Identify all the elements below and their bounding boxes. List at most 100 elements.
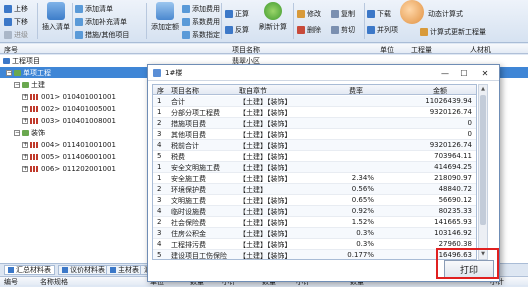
fee-cell-no: 2: [157, 185, 162, 193]
fee-row[interactable]: 5 税费 【土建】【装饰】 703964.11: [153, 151, 476, 162]
fee-row[interactable]: 3 文明施工费 【土建】【装饰】 0.65% 56690.12: [153, 195, 476, 206]
col-header[interactable]: 项目名称: [232, 45, 260, 55]
fee-cell-rate: 0.3%: [356, 229, 374, 237]
collapse-icon[interactable]: −: [14, 81, 20, 88]
fee-cell-no: 4: [157, 141, 162, 149]
col-header[interactable]: 项目名称: [171, 86, 199, 96]
collapse-icon[interactable]: −: [14, 129, 20, 136]
fee-row[interactable]: 2 社会保险费 【土建】【装饰】 1.52% 141665.93: [153, 217, 476, 228]
fee-row[interactable]: 2 环境保护费 【土建】 0.56% 48840.72: [153, 184, 476, 195]
maximize-button[interactable]: ☐: [457, 67, 471, 79]
fee-row[interactable]: 3 其他项目费 【土建】【装饰】 0: [153, 129, 476, 140]
fee-cell-source: 【土建】【装饰】: [239, 164, 292, 172]
fee-row[interactable]: 4 工程排污费 【土建】【装饰】 0.3% 27960.38: [153, 239, 476, 250]
measures-other-button[interactable]: 措施/其他项目: [75, 29, 129, 40]
tab-summary-materials[interactable]: 汇总材料表: [4, 265, 55, 275]
fee-cell-amount: 9320126.74: [429, 141, 472, 149]
ribbon-separator: [293, 3, 294, 39]
tab-main-materials[interactable]: 主材表: [106, 265, 143, 275]
fee-row[interactable]: 1 合计 【土建】【装饰】 11026439.94: [153, 96, 476, 107]
add-supplement-list-button[interactable]: 添加补充清单: [75, 16, 127, 27]
fee-row[interactable]: 1 分部分项工程费 【土建】【装饰】 9320126.74: [153, 107, 476, 118]
col-header[interactable]: 费率: [349, 86, 363, 96]
copy-button[interactable]: 复制: [331, 8, 355, 19]
minimize-button[interactable]: —: [438, 67, 452, 79]
ribbon-separator: [37, 3, 38, 39]
col-header[interactable]: 编号: [4, 277, 18, 287]
fee-row[interactable]: 3 住房公积金 【土建】【装饰】 0.3% 103146.92: [153, 228, 476, 239]
fee-cell-rate: 1.52%: [351, 218, 374, 226]
expand-icon[interactable]: +: [22, 165, 28, 172]
reverse-calc-button[interactable]: 反算: [225, 24, 249, 35]
fee-cell-amount: 56690.12: [438, 196, 472, 204]
col-header[interactable]: 名称规格: [40, 277, 68, 287]
tab-negotiated-materials[interactable]: 议价材料表: [58, 265, 109, 275]
formula-update-button[interactable]: 计算式更新工程量: [420, 26, 486, 37]
list-item-icon: [30, 153, 39, 160]
fee-cell-amount: 27960.38: [438, 240, 472, 248]
ribbon-separator: [221, 3, 222, 39]
download-button[interactable]: 下载: [367, 8, 391, 19]
fee-row[interactable]: 5 建设项目工伤保险 【土建】【装饰】 0.177% 16496.63: [153, 250, 476, 259]
add-list-button[interactable]: 添加清单: [75, 3, 113, 14]
fee-row[interactable]: 2 措施项目费 【土建】【装饰】 0: [153, 118, 476, 129]
fee-cell-name: 合计: [171, 98, 185, 106]
expand-icon[interactable]: +: [22, 141, 28, 148]
col-header[interactable]: 序号: [4, 45, 18, 55]
project-icon: [3, 57, 10, 64]
refresh-calc-button[interactable]: 刷新计算: [256, 2, 290, 32]
forward-calc-button[interactable]: 正算: [225, 8, 249, 19]
insert-list-button[interactable]: 插入清单: [39, 2, 73, 32]
move-down-button[interactable]: 下移: [4, 16, 28, 27]
fee-row[interactable]: 1 安全文明施工费 【土建】【装饰】 414694.25: [153, 162, 476, 173]
col-header[interactable]: 序: [157, 86, 164, 96]
step-in-button[interactable]: 进级: [4, 29, 28, 40]
expand-icon[interactable]: +: [22, 93, 28, 100]
col-header[interactable]: 人材机: [470, 45, 491, 55]
collapse-icon[interactable]: −: [6, 69, 12, 76]
fee-table: 序 项目名称 取自章节 费率 金额 1 合计 【土建】【装饰】 11026439.94…: [152, 84, 477, 260]
delete-icon: [297, 25, 305, 34]
fee-cell-amount: 80235.33: [438, 207, 472, 215]
add-quota-button[interactable]: 添加定额: [148, 2, 182, 32]
fee-cell-no: 2: [157, 119, 162, 127]
fee-cell-no: 1: [157, 108, 162, 116]
vertical-scrollbar[interactable]: ▲ ▼: [478, 84, 488, 260]
fee-cell-name: 分部分项工程费: [171, 109, 220, 117]
add-fee-button[interactable]: 添加费用: [182, 3, 220, 14]
fee-cell-no: 3: [157, 229, 162, 237]
fee-cell-source: 【土建】【装饰】: [239, 131, 292, 139]
fee-cell-no: 1: [157, 97, 162, 105]
delete-button[interactable]: 删除: [297, 24, 321, 35]
col-header[interactable]: 取自章节: [239, 86, 267, 96]
fee-cell-name: 税前合计: [171, 142, 199, 150]
expand-icon[interactable]: +: [22, 105, 28, 112]
expand-icon[interactable]: +: [22, 117, 28, 124]
coef-fee-button[interactable]: 系数费用: [182, 16, 220, 27]
table-icon: [110, 267, 116, 273]
close-button[interactable]: ✕: [478, 67, 492, 79]
fee-cell-amount: 414694.25: [434, 163, 472, 171]
expand-icon[interactable]: +: [22, 153, 28, 160]
fee-cell-no: 3: [157, 130, 162, 138]
fee-row[interactable]: 4 税前合计 【土建】【装饰】 9320126.74: [153, 140, 476, 151]
list-item-icon: [30, 165, 39, 172]
modify-button[interactable]: 修改: [297, 8, 321, 19]
col-header[interactable]: 单位: [380, 45, 394, 55]
scrollbar-thumb[interactable]: [480, 95, 486, 225]
fee-cell-name: 措施项目费: [171, 120, 206, 128]
scroll-up-icon[interactable]: ▲: [480, 86, 486, 92]
col-header[interactable]: 工程量: [411, 45, 432, 55]
cut-icon: [331, 25, 339, 34]
col-header[interactable]: 金额: [433, 86, 447, 96]
merge-list-button[interactable]: 并列项: [367, 24, 398, 35]
fee-cell-rate: 0.56%: [351, 185, 374, 193]
coef-assign-button[interactable]: 系数指定: [182, 29, 220, 40]
fee-row[interactable]: 1 安全施工费 【土建】【装饰】 2.34% 218090.97: [153, 173, 476, 184]
dialog-titlebar[interactable]: 1#楼 — ☐ ✕: [148, 65, 499, 81]
list-item-icon: [30, 141, 39, 148]
dynamic-formula-button[interactable]: 动态计算式: [428, 8, 463, 19]
move-up-button[interactable]: 上移: [4, 3, 28, 14]
fee-row[interactable]: 4 临时设施费 【土建】【装饰】 0.92% 80235.33: [153, 206, 476, 217]
cut-button[interactable]: 剪切: [331, 24, 355, 35]
